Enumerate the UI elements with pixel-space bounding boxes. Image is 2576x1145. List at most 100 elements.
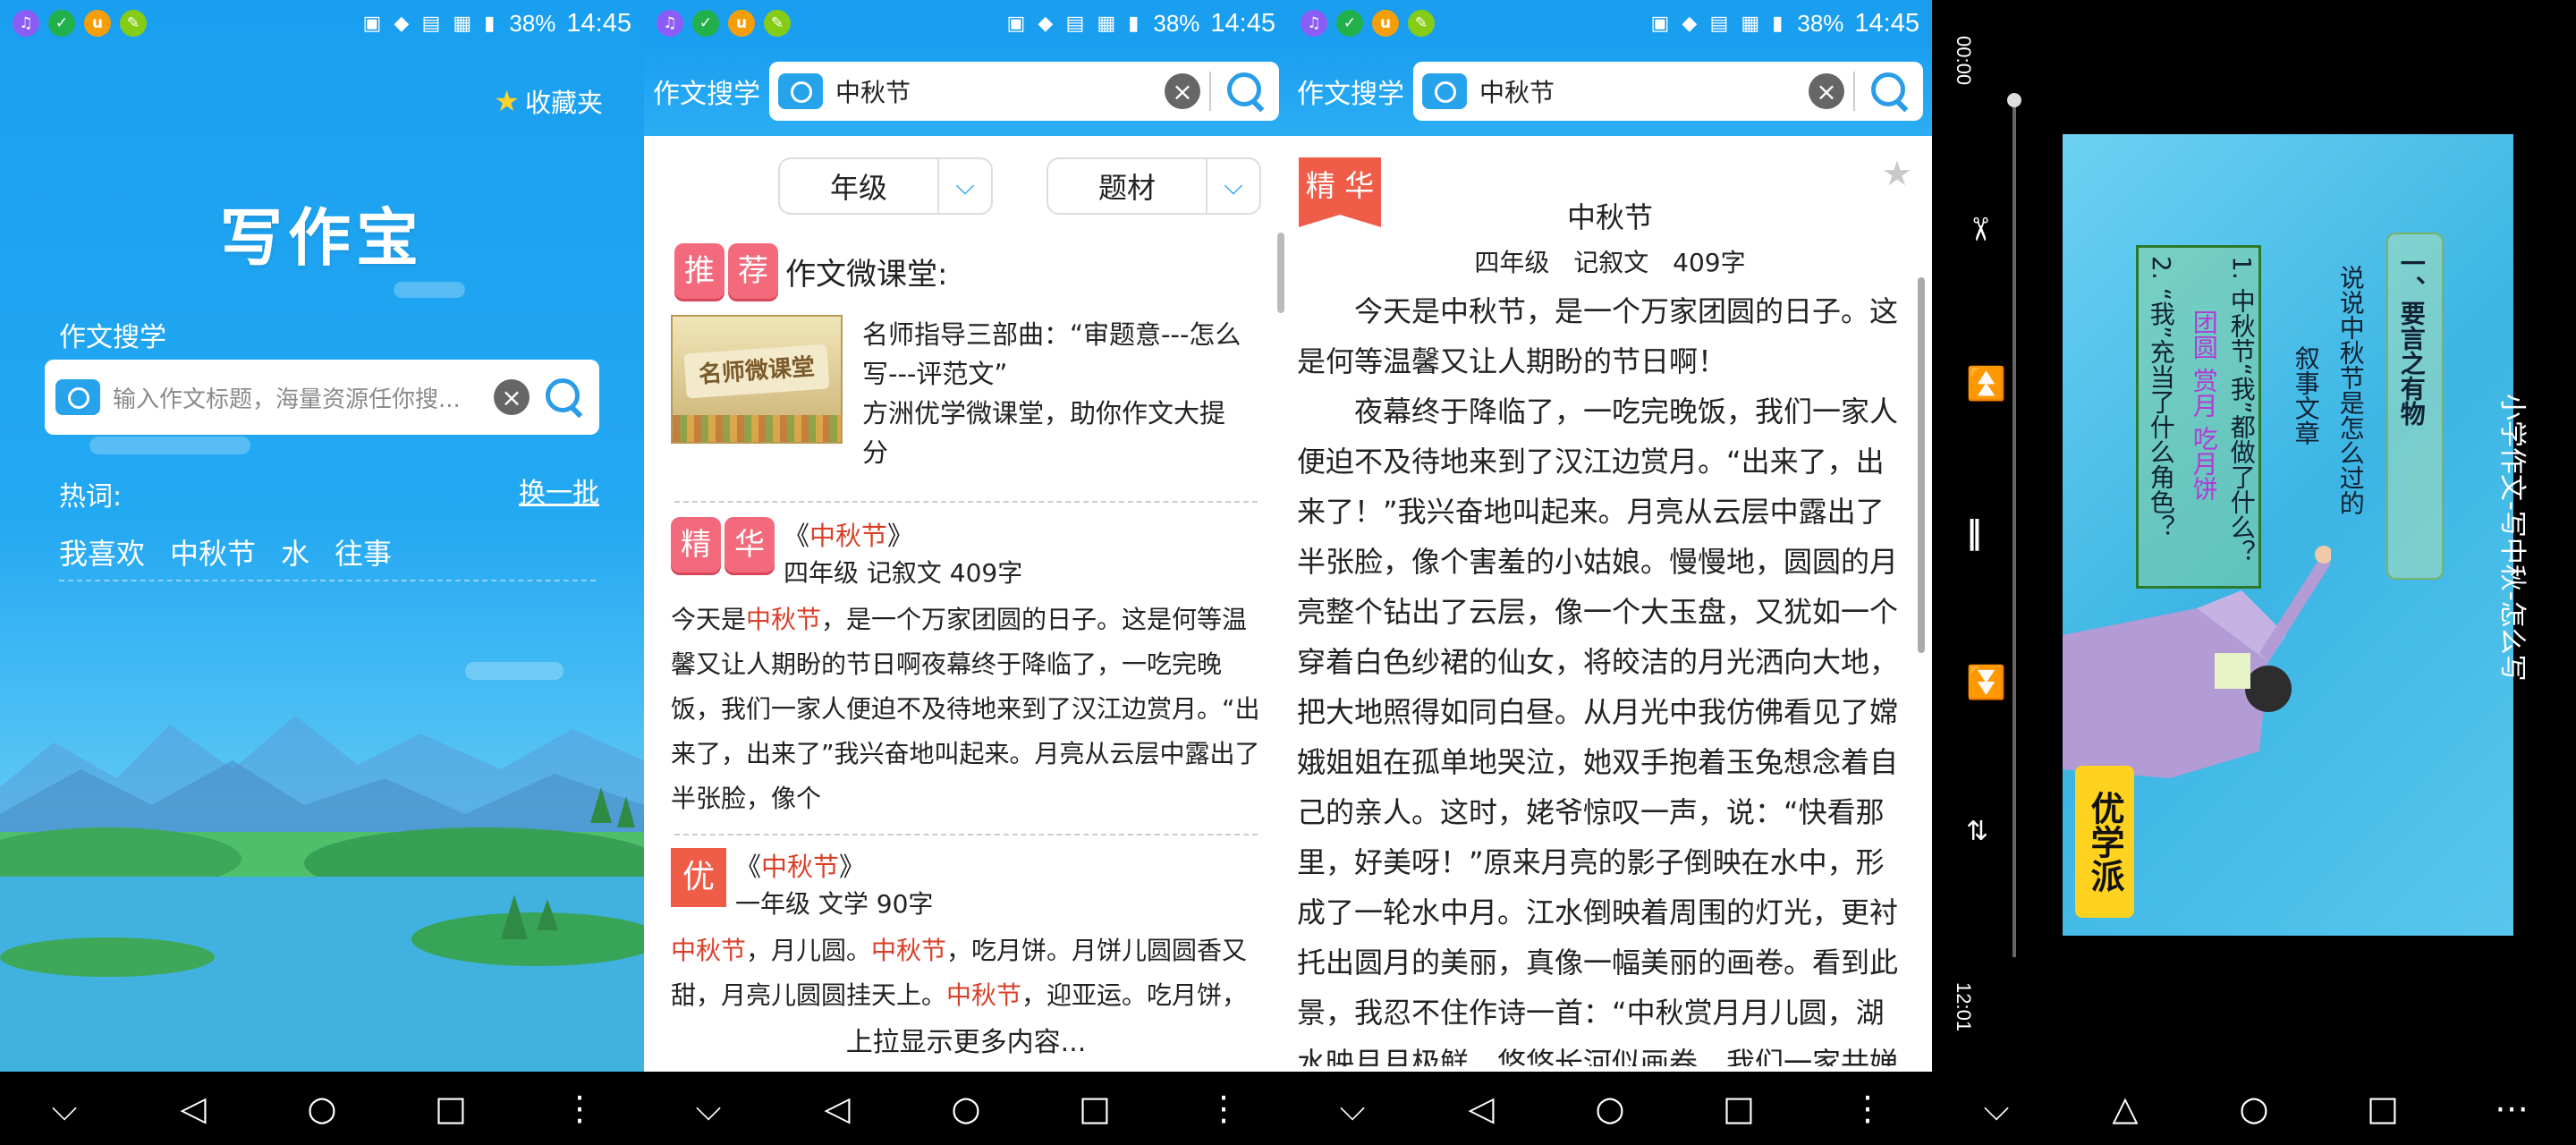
- home-button[interactable]: ○: [939, 1089, 993, 1128]
- cloud-decoration: [465, 662, 564, 680]
- search-input[interactable]: 输入作文标题，海量资源任你搜...: [113, 381, 494, 414]
- home-button[interactable]: ○: [1583, 1089, 1637, 1128]
- headphone-icon: ♫: [13, 10, 39, 37]
- nav-dropdown-button[interactable]: ⌵: [1326, 1089, 1379, 1129]
- result-title[interactable]: 《中秋节》: [735, 848, 933, 886]
- tag-char: 华: [724, 517, 775, 572]
- favorites-label: 收藏夹: [524, 88, 603, 118]
- keyword-link[interactable]: 往事: [335, 531, 392, 572]
- search-input[interactable]: 中秋节: [835, 73, 1165, 109]
- chevron-down-icon: ⌵: [1206, 159, 1259, 213]
- system-icons: ▣ ◆ ▤ ▦ ▮: [1006, 12, 1143, 34]
- rotate-icon[interactable]: ⇅: [1966, 816, 1988, 847]
- recents-button[interactable]: □: [1068, 1089, 1122, 1128]
- back-button[interactable]: ◁: [810, 1089, 864, 1128]
- settings-wrench-icon[interactable]: ✂: [1962, 216, 1998, 242]
- search-box[interactable]: 中秋节 ×: [769, 62, 1279, 121]
- clear-icon[interactable]: ×: [494, 379, 530, 415]
- divider: [674, 501, 1258, 503]
- home-button[interactable]: ○: [2227, 1089, 2281, 1128]
- previous-icon[interactable]: ⏫: [1966, 365, 2006, 403]
- check-icon: ✓: [48, 10, 75, 37]
- back-button[interactable]: ◁: [1454, 1089, 1508, 1128]
- check-icon: ✓: [692, 10, 719, 37]
- snippet-text: ，迎亚运。吃月饼，: [1021, 980, 1248, 1010]
- system-nav-bar: ⌵ △ ○ □ ⋯: [1932, 1072, 2576, 1145]
- micro-course-item[interactable]: 名师微课堂 名师指导三部曲：“审题意---怎么写---评范文” 方洲优学微课堂，…: [671, 315, 1243, 472]
- overflow-menu-button[interactable]: ⋮: [553, 1089, 606, 1128]
- nav-dropdown-button[interactable]: ⌵: [38, 1089, 91, 1129]
- divider: [1853, 72, 1855, 111]
- favorite-star-icon[interactable]: ★: [1882, 154, 1912, 193]
- load-more-hint[interactable]: 上拉显示更多内容...: [644, 1020, 1288, 1059]
- seek-handle[interactable]: [2007, 93, 2021, 107]
- bracket: 《: [784, 521, 810, 551]
- clear-icon[interactable]: ×: [1809, 73, 1844, 109]
- search-box[interactable]: 输入作文标题，海量资源任你搜... ×: [45, 360, 599, 435]
- recents-button[interactable]: □: [424, 1089, 478, 1128]
- back-button[interactable]: ◁: [166, 1089, 220, 1128]
- refresh-keywords-link[interactable]: 换一批: [519, 471, 599, 510]
- seek-bar[interactable]: [2012, 100, 2016, 957]
- up-triangle-icon[interactable]: △: [2098, 1089, 2152, 1128]
- scrollbar[interactable]: [1277, 233, 1284, 313]
- course-thumbnail[interactable]: 名师微课堂: [671, 315, 843, 444]
- search-input[interactable]: 中秋节: [1479, 73, 1809, 109]
- camera-icon[interactable]: [778, 73, 823, 109]
- clear-icon[interactable]: ×: [1165, 73, 1200, 109]
- scrollbar[interactable]: [1918, 277, 1925, 653]
- next-icon[interactable]: ⏬: [1966, 664, 2006, 701]
- battery-level: 38%: [509, 9, 556, 37]
- clock: 14:45: [1854, 8, 1919, 38]
- bracket: 》: [839, 852, 866, 882]
- recents-button[interactable]: □: [2356, 1089, 2410, 1128]
- divider: [59, 580, 596, 581]
- search-icon[interactable]: [540, 373, 589, 421]
- overflow-menu-button[interactable]: ⋯: [2485, 1089, 2538, 1128]
- favorites-button[interactable]: ★ 收藏夹: [494, 82, 603, 120]
- duration-time: 12:01: [1953, 982, 1975, 1032]
- battery-level: 38%: [1797, 9, 1844, 37]
- camera-icon[interactable]: [55, 379, 100, 415]
- app-title: 写作宝: [220, 201, 424, 275]
- bracket: 》: [887, 521, 914, 551]
- search-icon[interactable]: [1866, 67, 1914, 115]
- recommend-label: 作文微课堂:: [785, 256, 948, 293]
- video-frame[interactable]: 一、要言之有物 说说中秋节是怎么过的 叙事文章 1. 中秋节“我”都做了什么？ …: [2063, 134, 2513, 936]
- board-line: 说说中秋节是怎么过的: [2335, 265, 2366, 515]
- result-title[interactable]: 《中秋节》: [784, 517, 1022, 555]
- status-bar: ♫ ✓ u ✎ ▣ ◆ ▤ ▦ ▮ 38% 14:45: [0, 0, 644, 47]
- pause-icon[interactable]: ‖: [1966, 514, 1982, 551]
- video-title: 小学作文-写中秋-怎么写: [2496, 394, 2528, 682]
- camera-icon[interactable]: [1422, 73, 1467, 109]
- snippet-text: ，月儿圆。: [746, 936, 872, 965]
- snippet-highlight: 中秋节: [746, 605, 822, 634]
- recommend-header: 推 荐 作文微课堂:: [674, 243, 947, 299]
- keyword-link[interactable]: 中秋节: [170, 531, 256, 572]
- overflow-menu-button[interactable]: ⋮: [1197, 1089, 1250, 1128]
- snippet-highlight: 中秋节: [671, 936, 747, 965]
- search-icon[interactable]: [1222, 67, 1270, 115]
- home-screen: ♫ ✓ u ✎ ▣ ◆ ▤ ▦ ▮ 38% 14:45 ★ 收藏夹 写作宝 作文…: [0, 0, 644, 1145]
- board-item: 2. “我”充当了什么角色？: [2146, 256, 2176, 539]
- chevron-down-icon: ⌵: [937, 159, 991, 213]
- nav-dropdown-button[interactable]: ⌵: [682, 1089, 735, 1129]
- grade-filter-dropdown[interactable]: 年级 ⌵: [778, 157, 993, 215]
- keyword-link[interactable]: 水: [281, 531, 309, 572]
- system-icons: ▣ ◆ ▤ ▦ ▮: [1650, 12, 1787, 34]
- keyword-link[interactable]: 我喜欢: [59, 531, 145, 572]
- search-header-label: 作文搜学: [653, 79, 760, 110]
- result-item[interactable]: 优 《中秋节》 一年级 文学 90字 中秋节，月儿圆。中秋节，吃月饼。月饼儿圆圆…: [671, 848, 1261, 1018]
- recents-button[interactable]: □: [1712, 1089, 1766, 1128]
- quality-tag: 优: [671, 848, 726, 907]
- search-box[interactable]: 中秋节 ×: [1413, 62, 1923, 121]
- divider: [674, 834, 1258, 835]
- result-item[interactable]: 精 华 《中秋节》 四年级 记叙文 409字 今天是中秋节，是一个万家团圆的日子…: [671, 517, 1261, 821]
- tag-char: 推: [674, 243, 724, 299]
- search-header-label: 作文搜学: [1297, 79, 1404, 110]
- nav-dropdown-button[interactable]: ⌵: [1970, 1089, 2023, 1129]
- home-button[interactable]: ○: [295, 1089, 349, 1128]
- snippet-highlight: 中秋节: [871, 936, 947, 965]
- topic-filter-dropdown[interactable]: 题材 ⌵: [1046, 157, 1261, 215]
- overflow-menu-button[interactable]: ⋮: [1841, 1089, 1894, 1128]
